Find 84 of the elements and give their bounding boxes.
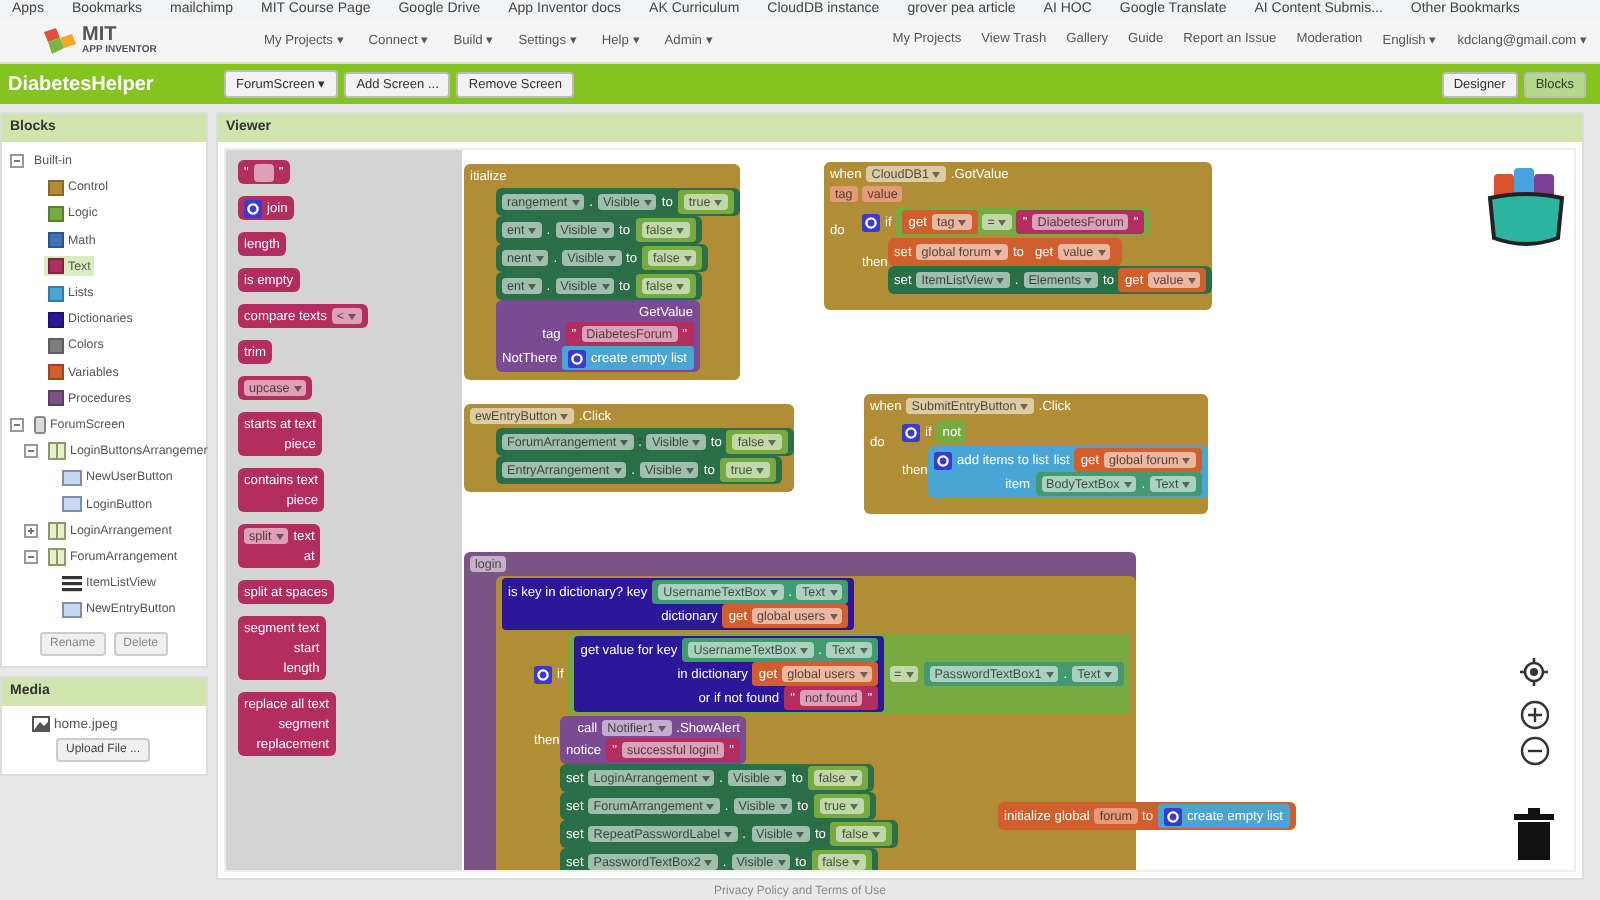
gear-icon[interactable] xyxy=(934,451,952,469)
logo-icon xyxy=(44,27,76,53)
layout-icon xyxy=(48,442,66,461)
caret-icon xyxy=(996,277,1005,283)
gear-icon[interactable] xyxy=(902,423,920,441)
caret-icon xyxy=(706,803,715,809)
caret-icon xyxy=(535,255,544,261)
trash-icon[interactable] xyxy=(1514,808,1554,860)
caret-icon xyxy=(994,249,1003,255)
caret-icon xyxy=(620,439,629,445)
layout-icon xyxy=(48,547,66,566)
zoom-out-icon[interactable] xyxy=(1519,736,1549,766)
caret-icon xyxy=(528,283,537,289)
backpack-icon[interactable] xyxy=(1482,162,1570,250)
recenter-icon[interactable] xyxy=(1520,658,1548,686)
caret-icon xyxy=(676,283,685,289)
caret-icon xyxy=(685,467,694,473)
caret-icon xyxy=(1123,481,1132,487)
caret-icon xyxy=(800,647,809,653)
caret-icon xyxy=(905,671,914,677)
caret-icon xyxy=(1104,671,1113,677)
caret-icon xyxy=(829,589,837,595)
caret-icon xyxy=(571,199,580,205)
caret-icon xyxy=(692,439,701,445)
caret-icon xyxy=(701,775,710,781)
expand-icon[interactable] xyxy=(24,523,38,538)
caret-icon xyxy=(779,803,788,809)
gear-icon[interactable] xyxy=(862,213,880,231)
caret-icon xyxy=(601,227,610,233)
caret-icon xyxy=(714,199,723,205)
caret-icon xyxy=(932,171,941,177)
caret-icon xyxy=(1097,249,1106,255)
caret-icon xyxy=(872,831,881,837)
caret-icon xyxy=(849,775,858,781)
caret-icon xyxy=(829,613,837,619)
caret-icon xyxy=(958,219,967,225)
caret-icon xyxy=(859,647,868,653)
caret-icon xyxy=(773,775,782,781)
caret-icon xyxy=(676,227,685,233)
caret-icon xyxy=(704,859,713,865)
caret-icon xyxy=(850,803,859,809)
collapse-icon[interactable] xyxy=(24,444,38,459)
caret-icon xyxy=(608,255,617,261)
caret-icon xyxy=(683,255,692,261)
caret-icon xyxy=(643,199,652,205)
list-icon xyxy=(62,575,82,592)
caret-icon xyxy=(756,467,765,473)
caret-icon xyxy=(560,413,569,419)
caret-icon xyxy=(768,439,777,445)
caret-icon xyxy=(1084,277,1093,283)
image-icon xyxy=(32,716,50,733)
gear-icon[interactable] xyxy=(568,349,586,367)
caret-icon xyxy=(601,283,610,289)
gear-icon[interactable] xyxy=(1164,807,1182,825)
logo-title: MIT xyxy=(82,25,119,45)
gear-icon[interactable] xyxy=(244,199,262,217)
phone-icon xyxy=(34,415,46,434)
collapse-icon[interactable] xyxy=(24,549,38,564)
caret-icon xyxy=(275,533,284,539)
caret-icon xyxy=(770,589,779,595)
caret-icon xyxy=(348,313,357,319)
gear-icon[interactable] xyxy=(534,665,552,683)
caret-icon xyxy=(859,671,868,677)
caret-icon xyxy=(777,859,786,865)
caret-icon xyxy=(1020,403,1029,409)
collapse-icon[interactable] xyxy=(10,154,24,169)
layout-icon xyxy=(48,521,66,540)
collapse-icon[interactable] xyxy=(10,417,24,432)
caret-icon xyxy=(796,831,805,837)
zoom-in-icon[interactable] xyxy=(1519,700,1549,730)
caret-icon xyxy=(724,831,733,837)
caret-icon xyxy=(1182,457,1191,463)
caret-icon xyxy=(998,219,1007,225)
caret-icon xyxy=(1182,481,1191,487)
caret-icon xyxy=(613,467,622,473)
caret-icon xyxy=(1187,277,1196,283)
code-block[interactable] xyxy=(528,632,1136,870)
caret-icon xyxy=(658,725,667,731)
caret-icon xyxy=(293,385,302,391)
button-icon xyxy=(62,601,82,618)
caret-icon xyxy=(1045,671,1054,677)
caret-icon xyxy=(528,227,537,233)
project-title: DiabetesHelper xyxy=(8,73,156,95)
caret-icon xyxy=(852,859,861,865)
